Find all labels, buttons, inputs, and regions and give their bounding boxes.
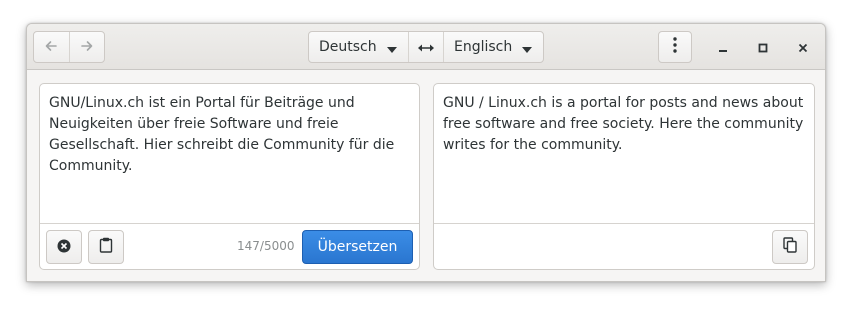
- minimize-button[interactable]: [712, 36, 734, 58]
- vertical-dots-icon: [673, 37, 677, 57]
- clipboard-paste-icon: [99, 237, 113, 257]
- source-text-input[interactable]: GNU/Linux.ch ist ein Portal für Beiträge…: [49, 93, 411, 177]
- paste-button[interactable]: [88, 230, 124, 264]
- minimize-icon: [718, 38, 728, 57]
- header-bar: Deutsch Englisch: [27, 24, 825, 70]
- swap-arrows-icon: [418, 38, 434, 57]
- menu-button[interactable]: [658, 31, 692, 63]
- translated-text: GNU / Linux.ch is a portal for posts and…: [443, 95, 804, 153]
- clear-circle-icon: [57, 238, 71, 257]
- arrow-left-icon: [44, 38, 58, 57]
- swap-languages-button[interactable]: [409, 32, 444, 62]
- chevron-down-icon: [522, 38, 533, 57]
- language-selector: Deutsch Englisch: [308, 31, 544, 63]
- source-toolbar: 147/5000 Übersetzen: [40, 223, 419, 269]
- source-panel: GNU/Linux.ch ist ein Portal für Beiträge…: [39, 83, 420, 270]
- arrow-right-icon: [80, 38, 94, 57]
- maximize-icon: [758, 38, 768, 57]
- back-button[interactable]: [34, 32, 69, 62]
- maximize-button[interactable]: [752, 36, 774, 58]
- source-language-label: Deutsch: [319, 39, 377, 55]
- navigation-buttons: [33, 31, 105, 63]
- target-panel: GNU / Linux.ch is a portal for posts and…: [433, 83, 815, 270]
- copy-icon: [783, 237, 797, 257]
- target-toolbar: [434, 223, 814, 269]
- target-language-dropdown[interactable]: Englisch: [444, 32, 543, 62]
- clear-button[interactable]: [46, 230, 82, 264]
- close-icon: [798, 38, 808, 57]
- source-language-dropdown[interactable]: Deutsch: [309, 32, 409, 62]
- app-window: Deutsch Englisch GNU/Linux.ch ist ein Po…: [26, 23, 826, 282]
- chevron-down-icon: [386, 38, 397, 57]
- forward-button[interactable]: [68, 32, 105, 62]
- character-counter: 147/5000: [237, 239, 295, 253]
- target-language-label: Englisch: [454, 39, 513, 55]
- copy-button[interactable]: [772, 230, 808, 264]
- translate-button[interactable]: Übersetzen: [302, 230, 413, 264]
- close-window-button[interactable]: [792, 36, 814, 58]
